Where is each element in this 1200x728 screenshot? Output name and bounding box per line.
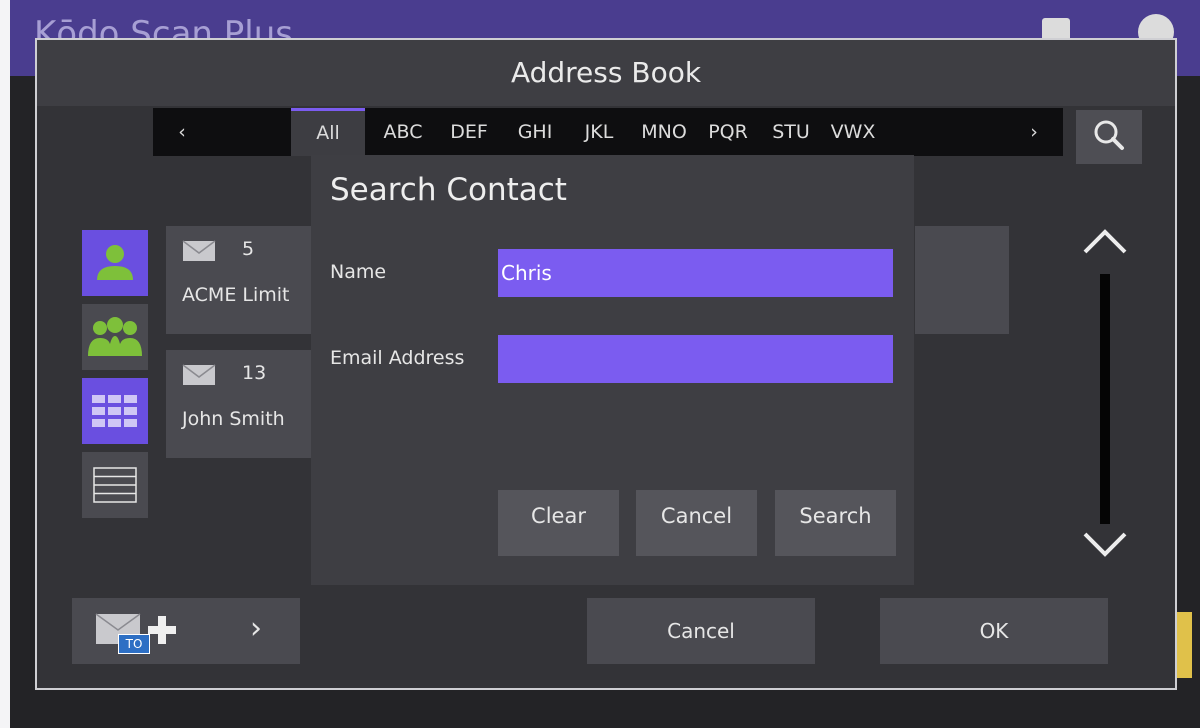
email-label: Email Address xyxy=(330,347,465,369)
clear-button[interactable]: Clear xyxy=(498,490,619,556)
add-recipient-button[interactable]: TO › xyxy=(72,598,300,664)
contact-card[interactable]: 5 ACME Limit xyxy=(166,226,314,334)
dialog-title: Address Book xyxy=(510,56,702,89)
search-submit-button[interactable]: Search xyxy=(775,490,896,556)
name-label: Name xyxy=(330,261,387,283)
scroll-down-button[interactable] xyxy=(1079,528,1131,564)
contact-email-count: 13 xyxy=(242,362,267,384)
envelope-icon xyxy=(182,364,216,385)
to-badge: TO xyxy=(118,634,150,654)
group-contacts-button[interactable] xyxy=(82,304,148,370)
grid-view-button[interactable] xyxy=(82,378,148,444)
contact-email-count: 5 xyxy=(242,238,255,260)
name-input[interactable] xyxy=(498,249,893,297)
mail-to-add-icon xyxy=(95,613,176,644)
single-contact-icon xyxy=(97,245,133,280)
tab-mno[interactable]: MNO xyxy=(631,108,697,156)
chevron-up-icon xyxy=(1083,229,1127,254)
tab-abc[interactable]: ABC xyxy=(373,108,433,156)
email-input[interactable] xyxy=(498,335,893,383)
grid-view-icon xyxy=(92,395,137,427)
tab-def[interactable]: DEF xyxy=(439,108,499,156)
tab-pqr[interactable]: PQR xyxy=(697,108,759,156)
tab-all[interactable]: All xyxy=(291,108,365,156)
ok-button[interactable]: OK xyxy=(880,598,1108,664)
chevron-right-icon: › xyxy=(250,611,262,646)
alphabet-filter-bar: ‹ All ABC DEF GHI JKL MNO PQR STU VWX › xyxy=(153,108,1063,156)
scrollbar-track[interactable] xyxy=(1100,274,1110,524)
alphabet-next-button[interactable]: › xyxy=(1005,108,1063,156)
tab-ghi[interactable]: GHI xyxy=(505,108,565,156)
alphabet-prev-button[interactable]: ‹ xyxy=(153,108,211,156)
search-button[interactable] xyxy=(1076,110,1142,164)
list-view-button[interactable] xyxy=(82,452,148,518)
list-view-icon xyxy=(93,467,137,503)
search-icon xyxy=(1094,120,1124,150)
contact-card-partial[interactable] xyxy=(915,226,1009,334)
dialog-cancel-button[interactable]: Cancel xyxy=(587,598,815,664)
tab-vwx[interactable]: VWX xyxy=(821,108,885,156)
modal-cancel-button[interactable]: Cancel xyxy=(636,490,757,556)
search-contact-modal: Search Contact Name Email Address Clear … xyxy=(311,155,914,585)
dialog-titlebar: Address Book xyxy=(37,40,1175,106)
single-contact-button[interactable] xyxy=(82,230,148,296)
chevron-down-icon xyxy=(1083,532,1127,557)
tab-jkl[interactable]: JKL xyxy=(571,108,627,156)
group-contacts-icon xyxy=(88,317,142,356)
scroll-up-button[interactable] xyxy=(1079,222,1131,258)
envelope-icon xyxy=(182,240,216,261)
modal-title: Search Contact xyxy=(330,172,567,208)
contact-name: John Smith xyxy=(182,408,285,430)
contact-card[interactable]: 13 John Smith xyxy=(166,350,314,458)
tab-stu[interactable]: STU xyxy=(761,108,821,156)
contact-name: ACME Limit xyxy=(182,284,290,306)
